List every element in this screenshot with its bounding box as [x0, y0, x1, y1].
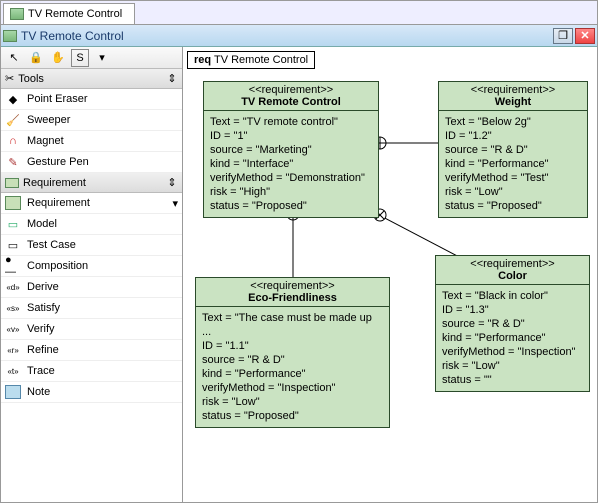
- stereotype: <<requirement>>: [440, 258, 585, 270]
- trace-icon: «t»: [5, 364, 21, 378]
- requirement-header[interactable]: Requirement ⇕: [1, 173, 182, 193]
- stereotype: <<requirement>>: [208, 84, 374, 96]
- lock-icon: 🔒: [29, 51, 43, 64]
- diagram-icon: [10, 8, 24, 20]
- requirement-color[interactable]: <<requirement>>Color Text = "Black in co…: [435, 255, 590, 392]
- chevron-down-icon: ▾: [99, 51, 105, 64]
- item-satisfy[interactable]: «s» Satisfy: [1, 298, 182, 319]
- tool-row: ↖ 🔒 ✋ S ▾: [1, 47, 182, 69]
- req-name: Weight: [495, 96, 531, 108]
- stereotype: <<requirement>>: [443, 84, 583, 96]
- note-icon: [5, 385, 21, 399]
- chevron-down-icon[interactable]: ▾: [172, 197, 178, 210]
- label: Test Case: [27, 239, 76, 251]
- label: Sweeper: [27, 114, 70, 126]
- eraser-icon: ◆: [5, 92, 21, 106]
- pen-icon: ✎: [5, 155, 21, 169]
- req-body: Text = "Black in color"ID = "1.3"source …: [436, 285, 589, 391]
- requirement-icon: [5, 196, 21, 210]
- req-body: Text = "The case must be made up ...ID =…: [196, 307, 389, 427]
- derive-icon: «d»: [5, 280, 21, 294]
- frame-prefix: req: [194, 54, 211, 66]
- sidebar: ↖ 🔒 ✋ S ▾ ✂ Tools ⇕ ◆ Point Eraser 🧹 Sweep…: [1, 47, 183, 502]
- tab-label: TV Remote Control: [28, 8, 122, 20]
- close-button[interactable]: ✕: [575, 28, 595, 44]
- stereotype: <<requirement>>: [200, 280, 385, 292]
- label: Verify: [27, 323, 55, 335]
- label: Note: [27, 386, 50, 398]
- satisfy-icon: «s»: [5, 301, 21, 315]
- frame-name: TV Remote Control: [214, 54, 308, 66]
- label: Composition: [27, 260, 88, 272]
- pan-tool[interactable]: ✋: [49, 49, 67, 67]
- lock-tool[interactable]: 🔒: [27, 49, 45, 67]
- model-icon: ▭: [5, 217, 21, 231]
- item-note[interactable]: Note: [1, 382, 182, 403]
- title-bar: TV Remote Control ❐ ✕: [1, 25, 597, 47]
- item-refine[interactable]: «r» Refine: [1, 340, 182, 361]
- collapse-icon[interactable]: ⇕: [166, 176, 178, 189]
- document-tab[interactable]: TV Remote Control: [3, 3, 135, 24]
- req-name: Color: [498, 270, 527, 282]
- diagram-canvas[interactable]: req TV Remote Control <<requirement>>TV …: [183, 47, 597, 502]
- label: Requirement: [27, 197, 90, 209]
- tool-point-eraser[interactable]: ◆ Point Eraser: [1, 89, 182, 110]
- req-label: Requirement: [23, 177, 86, 189]
- dropdown-tool[interactable]: ▾: [93, 49, 111, 67]
- composition-icon: ●—: [5, 259, 21, 273]
- item-derive[interactable]: «d» Derive: [1, 277, 182, 298]
- hand-icon: ✋: [51, 51, 65, 64]
- tools-label: Tools: [18, 73, 44, 85]
- label: Point Eraser: [27, 93, 88, 105]
- label: Derive: [27, 281, 59, 293]
- restore-button[interactable]: ❐: [553, 28, 573, 44]
- tab-bar: TV Remote Control: [1, 1, 597, 25]
- requirement-weight[interactable]: <<requirement>>Weight Text = "Below 2g"I…: [438, 81, 588, 218]
- req-body: Text = "Below 2g"ID = "1.2"source = "R &…: [439, 111, 587, 217]
- label: Trace: [27, 365, 55, 377]
- diagram-icon: [3, 30, 17, 42]
- req-name: Eco-Friendliness: [248, 292, 337, 304]
- tools-icon: ✂: [5, 72, 14, 85]
- refine-icon: «r»: [5, 343, 21, 357]
- label: Refine: [27, 344, 59, 356]
- frame-label: req TV Remote Control: [187, 51, 315, 69]
- item-trace[interactable]: «t» Trace: [1, 361, 182, 382]
- item-requirement[interactable]: Requirement ▾: [1, 193, 182, 214]
- item-testcase[interactable]: ▭ Test Case: [1, 235, 182, 256]
- close-icon: ✕: [580, 29, 589, 42]
- item-verify[interactable]: «v» Verify: [1, 319, 182, 340]
- testcase-icon: ▭: [5, 238, 21, 252]
- requirement-eco[interactable]: <<requirement>>Eco-Friendliness Text = "…: [195, 277, 390, 428]
- restore-icon: ❐: [558, 29, 568, 42]
- tool-magnet[interactable]: ∩ Magnet: [1, 131, 182, 152]
- item-composition[interactable]: ●— Composition: [1, 256, 182, 277]
- tools-header[interactable]: ✂ Tools ⇕: [1, 69, 182, 89]
- s-tool[interactable]: S: [71, 49, 89, 67]
- label: Satisfy: [27, 302, 60, 314]
- window-title: TV Remote Control: [21, 29, 124, 43]
- pointer-tool[interactable]: ↖: [5, 49, 23, 67]
- item-model[interactable]: ▭ Model: [1, 214, 182, 235]
- app-window: TV Remote Control TV Remote Control ❐ ✕ …: [0, 0, 598, 503]
- collapse-icon[interactable]: ⇕: [166, 72, 178, 85]
- tool-sweeper[interactable]: 🧹 Sweeper: [1, 110, 182, 131]
- magnet-icon: ∩: [5, 134, 21, 148]
- broom-icon: 🧹: [5, 113, 21, 127]
- label: Magnet: [27, 135, 64, 147]
- req-name: TV Remote Control: [241, 96, 341, 108]
- s-label: S: [76, 52, 83, 64]
- pointer-icon: ↖: [9, 51, 18, 64]
- tool-gesture-pen[interactable]: ✎ Gesture Pen: [1, 152, 182, 173]
- req-body: Text = "TV remote control"ID = "1"source…: [204, 111, 378, 217]
- label: Gesture Pen: [27, 156, 89, 168]
- label: Model: [27, 218, 57, 230]
- requirement-tv-remote[interactable]: <<requirement>>TV Remote Control Text = …: [203, 81, 379, 218]
- req-icon: [5, 178, 19, 188]
- verify-icon: «v»: [5, 322, 21, 336]
